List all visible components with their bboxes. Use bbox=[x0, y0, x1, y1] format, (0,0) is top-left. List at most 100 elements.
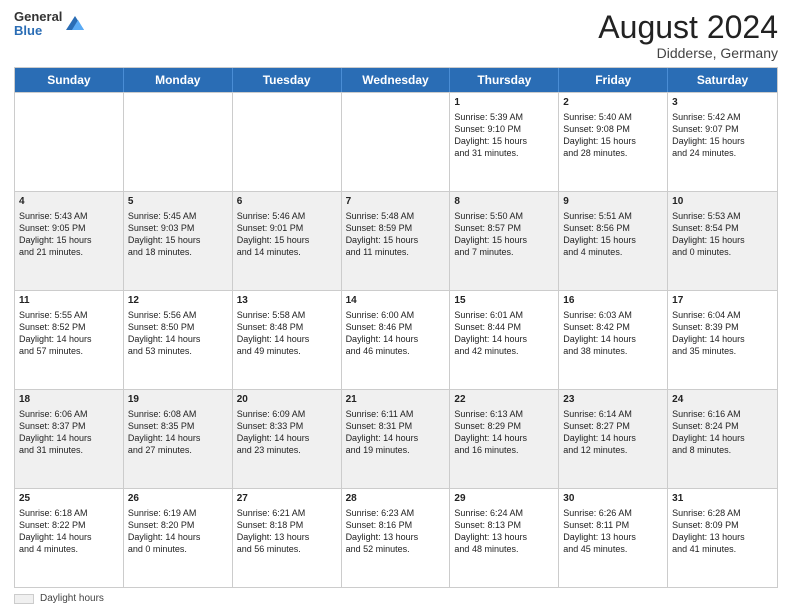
day-number: 28 bbox=[346, 492, 446, 506]
cal-cell-1-1: 5Sunrise: 5:45 AM Sunset: 9:03 PM Daylig… bbox=[124, 192, 233, 290]
cal-cell-2-5: 16Sunrise: 6:03 AM Sunset: 8:42 PM Dayli… bbox=[559, 291, 668, 389]
cell-text: Sunrise: 6:19 AM Sunset: 8:20 PM Dayligh… bbox=[128, 507, 228, 556]
day-number: 15 bbox=[454, 294, 554, 308]
cal-cell-3-3: 21Sunrise: 6:11 AM Sunset: 8:31 PM Dayli… bbox=[342, 390, 451, 488]
cal-cell-3-4: 22Sunrise: 6:13 AM Sunset: 8:29 PM Dayli… bbox=[450, 390, 559, 488]
cell-text: Sunrise: 6:28 AM Sunset: 8:09 PM Dayligh… bbox=[672, 507, 773, 556]
cal-cell-4-0: 25Sunrise: 6:18 AM Sunset: 8:22 PM Dayli… bbox=[15, 489, 124, 587]
cell-text: Sunrise: 5:56 AM Sunset: 8:50 PM Dayligh… bbox=[128, 309, 228, 358]
calendar-row-3: 18Sunrise: 6:06 AM Sunset: 8:37 PM Dayli… bbox=[15, 389, 777, 488]
day-number: 2 bbox=[563, 96, 663, 110]
cal-cell-0-4: 1Sunrise: 5:39 AM Sunset: 9:10 PM Daylig… bbox=[450, 93, 559, 191]
daylight-swatch bbox=[14, 594, 34, 604]
cal-cell-3-2: 20Sunrise: 6:09 AM Sunset: 8:33 PM Dayli… bbox=[233, 390, 342, 488]
cell-text: Sunrise: 5:48 AM Sunset: 8:59 PM Dayligh… bbox=[346, 210, 446, 259]
header-day-tuesday: Tuesday bbox=[233, 68, 342, 92]
cell-text: Sunrise: 6:11 AM Sunset: 8:31 PM Dayligh… bbox=[346, 408, 446, 457]
calendar-row-4: 25Sunrise: 6:18 AM Sunset: 8:22 PM Dayli… bbox=[15, 488, 777, 587]
cal-cell-1-5: 9Sunrise: 5:51 AM Sunset: 8:56 PM Daylig… bbox=[559, 192, 668, 290]
title-block: August 2024 Didderse, Germany bbox=[598, 10, 778, 61]
day-number: 8 bbox=[454, 195, 554, 209]
cell-text: Sunrise: 5:46 AM Sunset: 9:01 PM Dayligh… bbox=[237, 210, 337, 259]
cal-cell-2-2: 13Sunrise: 5:58 AM Sunset: 8:48 PM Dayli… bbox=[233, 291, 342, 389]
day-number: 24 bbox=[672, 393, 773, 407]
cell-text: Sunrise: 5:51 AM Sunset: 8:56 PM Dayligh… bbox=[563, 210, 663, 259]
calendar-header-row: SundayMondayTuesdayWednesdayThursdayFrid… bbox=[15, 68, 777, 92]
day-number: 5 bbox=[128, 195, 228, 209]
cal-cell-3-5: 23Sunrise: 6:14 AM Sunset: 8:27 PM Dayli… bbox=[559, 390, 668, 488]
day-number: 10 bbox=[672, 195, 773, 209]
cell-text: Sunrise: 6:09 AM Sunset: 8:33 PM Dayligh… bbox=[237, 408, 337, 457]
day-number: 3 bbox=[672, 96, 773, 110]
cal-cell-4-1: 26Sunrise: 6:19 AM Sunset: 8:20 PM Dayli… bbox=[124, 489, 233, 587]
cell-text: Sunrise: 6:03 AM Sunset: 8:42 PM Dayligh… bbox=[563, 309, 663, 358]
cell-text: Sunrise: 6:24 AM Sunset: 8:13 PM Dayligh… bbox=[454, 507, 554, 556]
header-day-thursday: Thursday bbox=[450, 68, 559, 92]
cal-cell-2-6: 17Sunrise: 6:04 AM Sunset: 8:39 PM Dayli… bbox=[668, 291, 777, 389]
logo-icon bbox=[64, 12, 86, 34]
day-number: 6 bbox=[237, 195, 337, 209]
cal-cell-4-2: 27Sunrise: 6:21 AM Sunset: 8:18 PM Dayli… bbox=[233, 489, 342, 587]
header-day-monday: Monday bbox=[124, 68, 233, 92]
calendar-row-1: 4Sunrise: 5:43 AM Sunset: 9:05 PM Daylig… bbox=[15, 191, 777, 290]
cal-cell-4-5: 30Sunrise: 6:26 AM Sunset: 8:11 PM Dayli… bbox=[559, 489, 668, 587]
cell-text: Sunrise: 5:43 AM Sunset: 9:05 PM Dayligh… bbox=[19, 210, 119, 259]
cal-cell-3-1: 19Sunrise: 6:08 AM Sunset: 8:35 PM Dayli… bbox=[124, 390, 233, 488]
day-number: 17 bbox=[672, 294, 773, 308]
calendar-body: 1Sunrise: 5:39 AM Sunset: 9:10 PM Daylig… bbox=[15, 92, 777, 587]
cal-cell-2-3: 14Sunrise: 6:00 AM Sunset: 8:46 PM Dayli… bbox=[342, 291, 451, 389]
day-number: 25 bbox=[19, 492, 119, 506]
footer-label: Daylight hours bbox=[40, 593, 104, 604]
day-number: 11 bbox=[19, 294, 119, 308]
day-number: 16 bbox=[563, 294, 663, 308]
cal-cell-0-6: 3Sunrise: 5:42 AM Sunset: 9:07 PM Daylig… bbox=[668, 93, 777, 191]
cell-text: Sunrise: 6:04 AM Sunset: 8:39 PM Dayligh… bbox=[672, 309, 773, 358]
day-number: 18 bbox=[19, 393, 119, 407]
cal-cell-1-3: 7Sunrise: 5:48 AM Sunset: 8:59 PM Daylig… bbox=[342, 192, 451, 290]
cal-cell-2-4: 15Sunrise: 6:01 AM Sunset: 8:44 PM Dayli… bbox=[450, 291, 559, 389]
cal-cell-1-2: 6Sunrise: 5:46 AM Sunset: 9:01 PM Daylig… bbox=[233, 192, 342, 290]
cal-cell-0-1 bbox=[124, 93, 233, 191]
cell-text: Sunrise: 6:21 AM Sunset: 8:18 PM Dayligh… bbox=[237, 507, 337, 556]
cell-text: Sunrise: 6:14 AM Sunset: 8:27 PM Dayligh… bbox=[563, 408, 663, 457]
header-day-friday: Friday bbox=[559, 68, 668, 92]
day-number: 29 bbox=[454, 492, 554, 506]
cal-cell-4-3: 28Sunrise: 6:23 AM Sunset: 8:16 PM Dayli… bbox=[342, 489, 451, 587]
day-number: 21 bbox=[346, 393, 446, 407]
cal-cell-0-5: 2Sunrise: 5:40 AM Sunset: 9:08 PM Daylig… bbox=[559, 93, 668, 191]
day-number: 1 bbox=[454, 96, 554, 110]
day-number: 9 bbox=[563, 195, 663, 209]
cal-cell-3-6: 24Sunrise: 6:16 AM Sunset: 8:24 PM Dayli… bbox=[668, 390, 777, 488]
day-number: 14 bbox=[346, 294, 446, 308]
cell-text: Sunrise: 5:39 AM Sunset: 9:10 PM Dayligh… bbox=[454, 111, 554, 160]
cell-text: Sunrise: 6:08 AM Sunset: 8:35 PM Dayligh… bbox=[128, 408, 228, 457]
cell-text: Sunrise: 6:01 AM Sunset: 8:44 PM Dayligh… bbox=[454, 309, 554, 358]
cell-text: Sunrise: 6:23 AM Sunset: 8:16 PM Dayligh… bbox=[346, 507, 446, 556]
location: Didderse, Germany bbox=[598, 45, 778, 61]
cell-text: Sunrise: 6:26 AM Sunset: 8:11 PM Dayligh… bbox=[563, 507, 663, 556]
cal-cell-4-6: 31Sunrise: 6:28 AM Sunset: 8:09 PM Dayli… bbox=[668, 489, 777, 587]
cell-text: Sunrise: 6:00 AM Sunset: 8:46 PM Dayligh… bbox=[346, 309, 446, 358]
day-number: 30 bbox=[563, 492, 663, 506]
cal-cell-3-0: 18Sunrise: 6:06 AM Sunset: 8:37 PM Dayli… bbox=[15, 390, 124, 488]
calendar-row-0: 1Sunrise: 5:39 AM Sunset: 9:10 PM Daylig… bbox=[15, 92, 777, 191]
calendar-row-2: 11Sunrise: 5:55 AM Sunset: 8:52 PM Dayli… bbox=[15, 290, 777, 389]
day-number: 26 bbox=[128, 492, 228, 506]
cell-text: Sunrise: 5:45 AM Sunset: 9:03 PM Dayligh… bbox=[128, 210, 228, 259]
day-number: 12 bbox=[128, 294, 228, 308]
month-year: August 2024 bbox=[598, 10, 778, 45]
day-number: 31 bbox=[672, 492, 773, 506]
day-number: 20 bbox=[237, 393, 337, 407]
cal-cell-1-4: 8Sunrise: 5:50 AM Sunset: 8:57 PM Daylig… bbox=[450, 192, 559, 290]
cal-cell-0-3 bbox=[342, 93, 451, 191]
day-number: 23 bbox=[563, 393, 663, 407]
page: General Blue August 2024 Didderse, Germa… bbox=[0, 0, 792, 612]
header-day-saturday: Saturday bbox=[668, 68, 777, 92]
cell-text: Sunrise: 6:06 AM Sunset: 8:37 PM Dayligh… bbox=[19, 408, 119, 457]
logo: General Blue bbox=[14, 10, 86, 39]
day-number: 19 bbox=[128, 393, 228, 407]
day-number: 7 bbox=[346, 195, 446, 209]
day-number: 13 bbox=[237, 294, 337, 308]
logo-text: General Blue bbox=[14, 10, 62, 39]
footer: Daylight hours bbox=[14, 593, 778, 604]
